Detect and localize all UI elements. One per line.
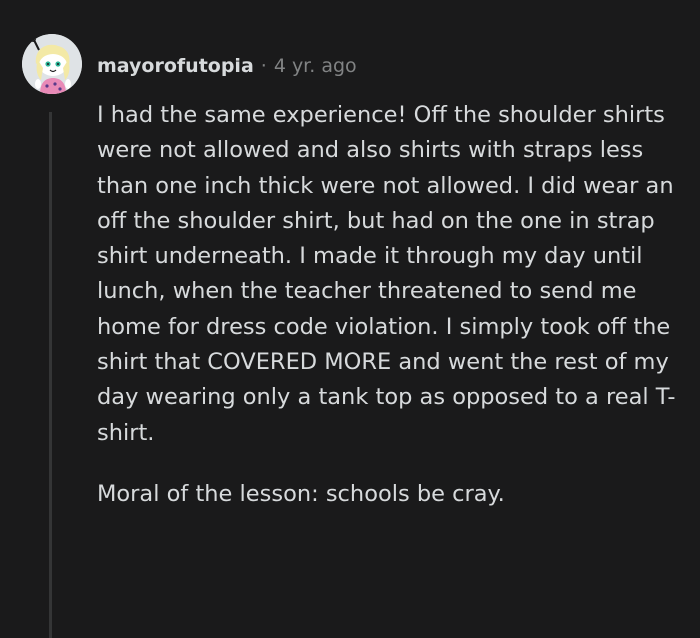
snoo-avatar-icon xyxy=(22,34,82,94)
meta-separator: · xyxy=(260,55,267,77)
comment-paragraph: I had the same experience! Off the shoul… xyxy=(97,102,676,446)
comment: mayorofutopia · 4 yr. ago I had the same… xyxy=(0,0,700,638)
thread-collapse-line[interactable] xyxy=(49,112,52,638)
timestamp-link[interactable]: 4 yr. ago xyxy=(274,55,357,77)
comment-meta: mayorofutopia · 4 yr. ago xyxy=(97,51,357,81)
avatar[interactable] xyxy=(22,34,82,94)
comment-body: I had the same experience! Off the shoul… xyxy=(97,98,687,512)
author-link[interactable]: mayorofutopia xyxy=(97,55,254,77)
comment-paragraph: Moral of the lesson: schools be cray. xyxy=(97,480,505,507)
